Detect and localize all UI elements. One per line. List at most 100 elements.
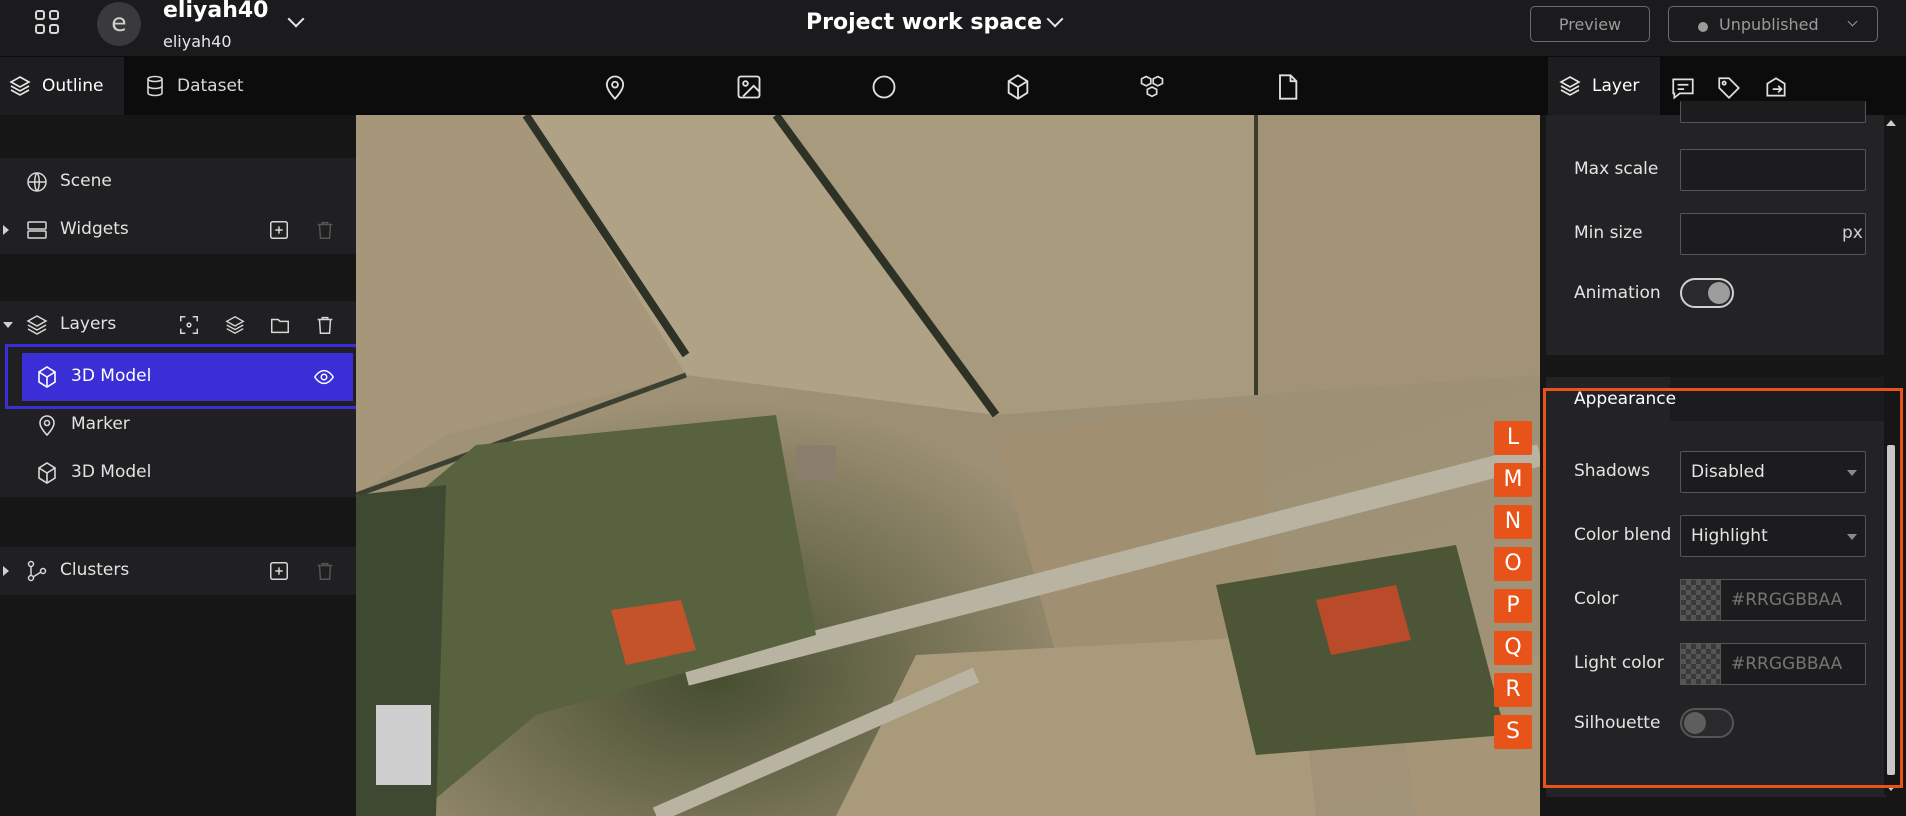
layer-item-selected[interactable]: 3D Model [22,353,353,401]
map-marker[interactable]: R [1494,673,1532,707]
avatar[interactable]: e [97,2,141,46]
min-size-unit: px [1842,223,1863,243]
color-blend-select[interactable]: Highlight [1680,515,1866,557]
animation-label: Animation [1574,283,1661,303]
property-panel: Max scale Min size px Animation Appearan… [1540,101,1906,816]
map-marker[interactable]: N [1494,505,1532,539]
outline-item-clusters[interactable]: Clusters [0,547,356,595]
tab-row: Outline Dataset Layer [0,57,1906,115]
light-color-label: Light color [1574,653,1664,673]
appearance-body: Shadows Disabled Color blend Highlight C… [1546,421,1886,797]
map-marker[interactable]: P [1494,589,1532,623]
shadows-value: Disabled [1691,462,1765,482]
animation-toggle[interactable] [1680,278,1734,308]
tab-dataset[interactable]: Dataset [135,57,275,115]
status-dot-icon [1698,22,1708,32]
light-color-swatch[interactable] [1680,643,1720,685]
map-marker[interactable]: S [1494,715,1532,749]
user-subtitle: eliyah40 [163,32,232,51]
outline-item-label: Layers [60,314,117,334]
light-color-row: Light color [1574,643,1874,685]
layer-item-label: 3D Model [71,462,152,482]
box-icon[interactable] [1004,73,1032,101]
map-marker[interactable]: M [1494,463,1532,497]
appearance-card: Appearance Shadows Disabled Color blend … [1546,377,1886,797]
image-icon[interactable] [735,73,763,101]
outline-panel: Scene Widgets Layers 3D Model Marker 3D … [0,115,356,816]
file-icon[interactable] [1273,73,1301,101]
map-marker[interactable]: Q [1494,631,1532,665]
scroll-down-icon[interactable] [1886,785,1896,791]
tab-layer-label: Layer [1592,76,1640,96]
animation-row: Animation [1574,273,1874,315]
shadows-row: Shadows Disabled [1574,451,1874,493]
scroll-up-icon[interactable] [1886,120,1896,126]
chevron-down-icon [1847,16,1858,27]
tab-outline[interactable]: Outline [0,57,124,115]
outline-item-scene[interactable]: Scene [0,158,356,206]
caret-right-icon[interactable] [3,225,9,235]
publish-status-button[interactable]: Unpublished [1668,6,1878,42]
silhouette-row: Silhouette [1574,703,1874,745]
satellite-imagery [356,115,1540,816]
tab-infobox-icon[interactable] [1670,75,1696,101]
layer-properties-card: Max scale Min size px Animation [1546,101,1886,355]
caret-right-icon[interactable] [3,566,9,576]
map-marker-list: L M N O P Q R S [1494,421,1532,757]
layer-item-label: Marker [71,414,130,434]
chevron-down-icon[interactable] [1046,10,1064,28]
trash-icon[interactable] [314,219,336,241]
outline-item-label: Scene [60,171,112,191]
map-marker[interactable]: L [1494,421,1532,455]
caret-down-icon[interactable] [3,322,13,328]
chevron-down-icon[interactable] [287,10,305,28]
add-widget-icon[interactable] [268,219,290,241]
layers-icon [26,315,48,335]
widgets-icon [27,221,47,239]
marker-icon[interactable] [601,73,629,101]
eye-icon[interactable] [313,366,335,388]
scroll-thumb[interactable] [1887,445,1895,775]
light-color-input[interactable] [1720,643,1866,685]
project-title[interactable]: Project work space [806,10,1042,35]
add-layer-icon[interactable] [224,314,246,336]
max-scale-row: Max scale [1574,149,1874,191]
color-blend-value: Highlight [1691,526,1768,546]
outline-item-layers[interactable]: Layers [0,301,356,349]
max-scale-input[interactable] [1680,149,1866,191]
shadows-label: Shadows [1574,461,1650,481]
property-panel-scrollbar[interactable] [1884,115,1898,795]
min-size-input[interactable] [1680,213,1866,255]
dropdown-arrow-icon [1847,534,1857,540]
tab-layer[interactable]: Layer [1548,57,1660,115]
circle-icon[interactable] [870,73,898,101]
cubes-icon[interactable] [1138,73,1166,101]
preview-button[interactable]: Preview [1530,6,1650,42]
previous-field-input[interactable] [1680,101,1866,123]
layers-icon [9,76,31,96]
apps-grid-icon[interactable] [32,7,62,37]
add-cluster-icon[interactable] [268,560,290,582]
layer-item-label: 3D Model [71,366,152,386]
tab-outline-label: Outline [42,76,104,96]
color-row: Color [1574,579,1874,621]
tab-export-icon[interactable] [1763,75,1789,101]
color-input[interactable] [1720,579,1866,621]
map-marker[interactable]: O [1494,547,1532,581]
silhouette-toggle[interactable] [1680,708,1734,738]
trash-icon[interactable] [314,314,336,336]
map-viewport[interactable] [356,115,1540,816]
folder-icon[interactable] [269,314,291,336]
color-swatch[interactable] [1680,579,1720,621]
database-icon [147,75,163,97]
user-name: eliyah40 [163,0,269,23]
shadows-select[interactable]: Disabled [1680,451,1866,493]
tab-tag-icon[interactable] [1716,75,1742,101]
layer-item[interactable]: 3D Model [0,449,356,497]
trash-icon[interactable] [314,560,336,582]
layer-item[interactable]: Marker [0,401,356,449]
outline-item-label: Widgets [60,219,129,239]
outline-item-widgets[interactable]: Widgets [0,206,356,254]
silhouette-label: Silhouette [1574,713,1661,733]
focus-layer-icon[interactable] [178,314,200,336]
